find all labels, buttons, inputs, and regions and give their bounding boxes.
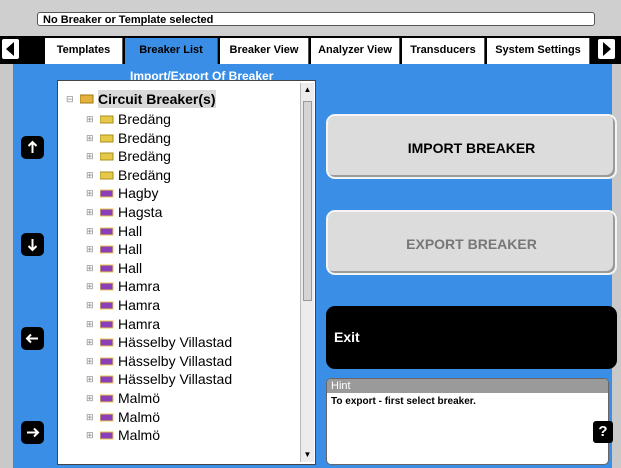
breaker-folder-icon bbox=[100, 208, 114, 217]
tab-transducers[interactable]: Transducers bbox=[402, 38, 485, 64]
breaker-folder-icon bbox=[100, 282, 114, 291]
breaker-tree[interactable]: ⊟ Circuit Breaker(s) ⊞ Bredäng ⊞ Bredäng ⊞ Br… bbox=[57, 80, 316, 465]
breaker-folder-icon bbox=[100, 320, 114, 329]
tree-item-label: Hässelby Villastad bbox=[118, 352, 233, 369]
tree-item-label: Bredäng bbox=[118, 166, 171, 183]
tree-item-label: Malmö bbox=[118, 390, 161, 406]
breaker-folder-icon bbox=[100, 227, 114, 236]
expand-icon[interactable]: ⊞ bbox=[86, 147, 96, 165]
breaker-folder-icon bbox=[100, 413, 114, 422]
breaker-folder-icon bbox=[100, 394, 114, 403]
tab-breaker-view[interactable]: Breaker View bbox=[220, 38, 309, 64]
chevron-right-icon bbox=[603, 42, 611, 56]
tree-item-label: Hamra bbox=[118, 278, 161, 295]
expand-icon[interactable]: ⊞ bbox=[86, 370, 96, 388]
tree-item-label: Hässelby Villastad bbox=[118, 334, 233, 351]
tree-item-label: Hagsta bbox=[118, 204, 163, 220]
tab-system-settings[interactable]: System Settings bbox=[487, 38, 590, 64]
tab-bar: Templates Breaker List Breaker View Anal… bbox=[0, 36, 621, 64]
import-breaker-button[interactable]: IMPORT BREAKER bbox=[326, 114, 617, 179]
folder-open-icon bbox=[80, 94, 94, 104]
expand-icon[interactable]: ⊞ bbox=[86, 129, 96, 147]
breaker-folder-icon bbox=[100, 375, 114, 384]
export-breaker-button[interactable]: EXPORT BREAKER bbox=[326, 210, 617, 275]
expand-icon[interactable]: ⊞ bbox=[86, 389, 96, 407]
nav-down-button[interactable] bbox=[21, 233, 44, 256]
collapse-icon[interactable]: ⊟ bbox=[66, 90, 76, 108]
tree-item-label: Bredäng bbox=[118, 111, 171, 127]
top-bar: No Breaker or Template selected bbox=[0, 0, 621, 36]
chevron-left-icon bbox=[6, 42, 14, 56]
app-window: No Breaker or Template selected Template… bbox=[0, 0, 621, 468]
tab-scroll-left-button[interactable] bbox=[2, 39, 19, 59]
arrow-up-icon bbox=[27, 140, 38, 153]
tree-item-label: Bredäng bbox=[118, 129, 171, 146]
tree-item-label: Hall bbox=[118, 241, 143, 258]
expand-icon[interactable]: ⊞ bbox=[86, 408, 96, 426]
expand-icon[interactable]: ⊞ bbox=[86, 277, 96, 295]
help-button[interactable]: ? bbox=[593, 421, 613, 443]
tree-item-label: Hässelby Villastad bbox=[118, 371, 233, 388]
breaker-folder-icon bbox=[100, 357, 114, 366]
tree-root-label: Circuit Breaker(s) bbox=[98, 90, 216, 108]
expand-icon[interactable]: ⊞ bbox=[86, 315, 96, 333]
breaker-template-icon bbox=[100, 115, 114, 124]
tree-scrollbar[interactable]: ▲ ▼ bbox=[300, 83, 314, 462]
scroll-down-icon[interactable]: ▼ bbox=[303, 450, 312, 459]
hint-text: To export - first select breaker. bbox=[331, 396, 476, 407]
breaker-folder-icon bbox=[100, 431, 114, 440]
expand-icon[interactable]: ⊞ bbox=[86, 426, 96, 444]
breaker-template-icon bbox=[100, 171, 114, 180]
breaker-folder-icon bbox=[100, 301, 114, 310]
arrow-down-icon bbox=[27, 239, 38, 252]
tree-item-label: Hall bbox=[118, 259, 143, 276]
expand-icon[interactable]: ⊞ bbox=[86, 222, 96, 240]
expand-icon[interactable]: ⊞ bbox=[86, 333, 96, 351]
expand-icon[interactable]: ⊞ bbox=[86, 240, 96, 258]
nav-right-button[interactable] bbox=[21, 421, 44, 444]
tree-item-label: Hamra bbox=[118, 315, 161, 332]
breaker-folder-icon bbox=[100, 338, 114, 347]
tree-item-label: Bredäng bbox=[118, 148, 171, 165]
tree-item-label: Malmö bbox=[118, 427, 161, 444]
expand-icon[interactable]: ⊞ bbox=[86, 203, 96, 221]
arrow-left-icon bbox=[25, 333, 38, 344]
tab-templates[interactable]: Templates bbox=[45, 38, 123, 64]
scroll-thumb[interactable] bbox=[303, 101, 312, 301]
expand-icon[interactable]: ⊞ bbox=[86, 352, 96, 370]
tree-item-label: Hall bbox=[118, 222, 143, 239]
nav-up-button[interactable] bbox=[21, 136, 44, 159]
expand-icon[interactable]: ⊞ bbox=[86, 259, 96, 277]
tree-item-label: Hamra bbox=[118, 297, 161, 313]
breaker-template-icon bbox=[100, 152, 114, 161]
tab-analyzer-view[interactable]: Analyzer View bbox=[311, 38, 400, 64]
status-field: No Breaker or Template selected bbox=[37, 12, 595, 26]
expand-icon[interactable]: ⊞ bbox=[86, 184, 96, 202]
scroll-up-icon[interactable]: ▲ bbox=[303, 85, 312, 94]
breaker-folder-icon bbox=[100, 245, 114, 254]
expand-icon[interactable]: ⊞ bbox=[86, 166, 96, 184]
tree-item-label: Malmö bbox=[118, 408, 161, 425]
tree-item-label: Hagby bbox=[118, 185, 159, 202]
expand-icon[interactable]: ⊞ bbox=[86, 110, 96, 128]
arrow-right-icon bbox=[27, 427, 40, 438]
nav-left-button[interactable] bbox=[21, 327, 44, 350]
breaker-template-icon bbox=[100, 134, 114, 143]
breaker-folder-icon bbox=[100, 189, 114, 198]
tab-breaker-list[interactable]: Breaker List bbox=[125, 38, 218, 64]
hint-box: Hint To export - first select breaker. bbox=[326, 378, 609, 465]
exit-button[interactable]: Exit bbox=[326, 306, 617, 369]
hint-title: Hint bbox=[327, 379, 608, 393]
breaker-folder-icon bbox=[100, 264, 114, 273]
expand-icon[interactable]: ⊞ bbox=[86, 296, 96, 314]
tab-scroll-right-button[interactable] bbox=[598, 39, 615, 59]
